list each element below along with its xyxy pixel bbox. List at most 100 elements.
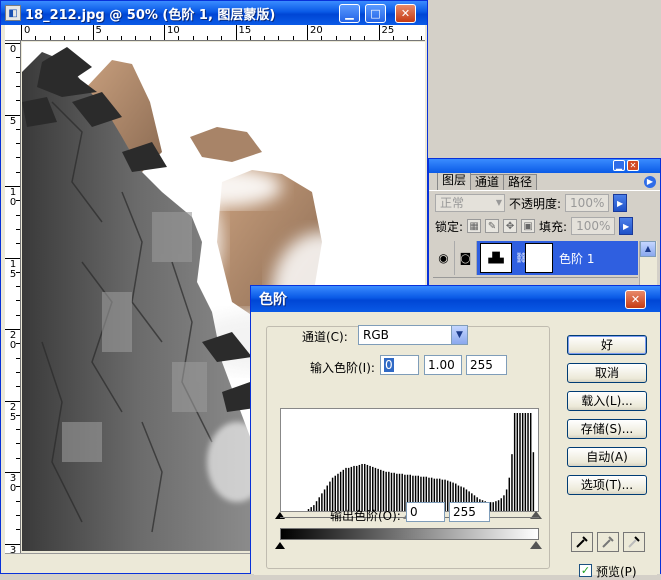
ruler-tick xyxy=(16,429,20,431)
histogram-bar xyxy=(345,467,347,511)
histogram-bar xyxy=(513,413,516,511)
ruler-tick xyxy=(407,36,409,40)
output-white-field[interactable]: 255 xyxy=(449,502,490,522)
output-gradient-bar xyxy=(280,528,539,540)
input-gamma-field[interactable]: 1.00 xyxy=(424,355,462,375)
layer-row-levels[interactable]: ◉ ◙ ▟▙ ⛓ 色阶 1 xyxy=(433,241,638,275)
tab-channels[interactable]: 通道 xyxy=(470,174,505,190)
histogram-bar xyxy=(508,477,511,511)
ruler-top-label: 0 xyxy=(24,25,31,36)
blend-mode-select[interactable]: 正常 ▼ xyxy=(435,194,505,212)
eye-icon[interactable]: ◉ xyxy=(433,241,455,275)
options-button[interactable]: 选项(T)... xyxy=(567,475,647,495)
lock-transparency-icon[interactable]: ▦ xyxy=(467,219,482,233)
levels-title-bar[interactable]: 色阶 ✕ xyxy=(251,286,660,312)
output-black-field[interactable]: 0 xyxy=(406,502,445,522)
ruler-tick xyxy=(16,171,20,173)
ruler-top[interactable]: 0 5 10 15 20 25 xyxy=(5,25,425,41)
panel-close-icon[interactable]: ✕ xyxy=(627,160,639,171)
cancel-button[interactable]: 取消 xyxy=(567,363,647,383)
ruler-left-label: 0 xyxy=(9,44,17,55)
histogram-bar xyxy=(350,466,353,511)
panel-minimize-icon[interactable]: ▁ xyxy=(613,160,625,171)
lock-all-icon[interactable]: ▣ xyxy=(521,219,536,233)
histogram-bar xyxy=(310,507,312,511)
link-chain-icon[interactable]: ⛓ xyxy=(515,253,528,264)
ruler-left-label: 2 5 xyxy=(9,401,17,423)
lock-row: 锁定: ▦ ✎ ✥ ▣ 填充: 100% ▶ xyxy=(429,215,660,237)
ruler-tick xyxy=(421,36,423,40)
tab-layers[interactable]: 图层 xyxy=(437,172,472,190)
white-eyedropper-icon[interactable] xyxy=(623,532,645,552)
preview-checkbox[interactable]: ✓ xyxy=(579,564,592,577)
histogram-bar xyxy=(398,473,401,511)
input-white-field[interactable]: 255 xyxy=(466,355,507,375)
histogram-bar xyxy=(511,454,513,511)
opacity-arrow-icon[interactable]: ▶ xyxy=(613,194,628,212)
histogram-bar xyxy=(390,472,393,511)
layers-panel-titlebar[interactable]: ▁ ✕ xyxy=(429,159,660,173)
ruler-tick xyxy=(16,128,20,130)
histogram-bar xyxy=(527,413,529,511)
fill-arrow-icon[interactable]: ▶ xyxy=(619,217,634,235)
ruler-tick xyxy=(16,314,20,316)
ruler-tick xyxy=(335,36,337,40)
histogram-bar xyxy=(495,501,497,511)
photoshop-doc-icon[interactable]: ◧ xyxy=(5,5,21,21)
ruler-top-label: 10 xyxy=(167,25,180,36)
layer-mask-thumbnail[interactable] xyxy=(525,243,553,273)
ruler-tick xyxy=(16,228,20,230)
scroll-up-icon[interactable]: ▲ xyxy=(640,241,656,257)
ruler-tick xyxy=(264,36,266,40)
black-eyedropper-icon[interactable] xyxy=(571,532,593,552)
ruler-tick xyxy=(192,36,194,40)
ruler-tick xyxy=(16,214,20,216)
lock-position-icon[interactable]: ✥ xyxy=(503,219,518,233)
lock-image-icon[interactable]: ✎ xyxy=(485,219,500,233)
fill-field[interactable]: 100% xyxy=(571,217,616,235)
levels-close-icon[interactable]: ✕ xyxy=(625,290,646,309)
ruler-tick xyxy=(392,36,394,40)
channel-select[interactable]: RGB ▼ xyxy=(358,325,468,345)
ruler-tick xyxy=(16,443,20,445)
document-title-bar[interactable]: ◧ 18_212.jpg @ 50% (色阶 1, 图层蒙版) ▁ □ ✕ xyxy=(1,1,427,25)
ruler-tick xyxy=(16,286,20,288)
ruler-tick xyxy=(249,36,251,40)
close-icon[interactable]: ✕ xyxy=(395,4,416,23)
histogram-bar xyxy=(318,497,320,511)
histogram-bar xyxy=(337,473,339,511)
ruler-tick xyxy=(16,143,20,145)
chevron-down-icon[interactable]: ▼ xyxy=(451,326,467,344)
opacity-label: 不透明度: xyxy=(509,196,562,211)
ruler-tick xyxy=(16,100,20,102)
load-button[interactable]: 载入(L)... xyxy=(567,391,647,411)
maximize-icon[interactable]: □ xyxy=(365,4,386,23)
histogram-bar xyxy=(342,469,345,511)
output-black-slider[interactable] xyxy=(275,542,285,549)
tab-paths[interactable]: 路径 xyxy=(503,174,538,190)
ruler-tick xyxy=(16,529,20,531)
adjustment-layer-icon: ◙ xyxy=(455,241,477,275)
gray-eyedropper-icon[interactable] xyxy=(597,532,619,552)
ruler-tick xyxy=(78,36,80,40)
input-black-field[interactable]: 0 xyxy=(380,355,419,375)
ruler-left[interactable]: 051 01 52 02 53 03 xyxy=(5,41,21,559)
auto-button[interactable]: 自动(A) xyxy=(567,447,647,467)
minimize-icon[interactable]: ▁ xyxy=(339,4,360,23)
ruler-top-label: 20 xyxy=(310,25,323,36)
histogram-bar xyxy=(321,493,323,511)
ruler-tick xyxy=(16,57,20,59)
histogram-bar xyxy=(313,505,315,511)
ruler-tick xyxy=(16,243,20,245)
histogram-bar xyxy=(377,468,379,511)
opacity-field[interactable]: 100% xyxy=(565,194,610,212)
histogram-bar xyxy=(396,473,398,511)
histogram-bar xyxy=(516,413,519,511)
output-white-slider[interactable] xyxy=(530,541,542,549)
save-button[interactable]: 存储(S)... xyxy=(567,419,647,439)
ok-button[interactable]: 好 xyxy=(567,335,647,355)
channel-label: 通道(C): xyxy=(302,330,348,344)
layer-name[interactable]: 色阶 1 xyxy=(559,250,594,267)
ruler-tick xyxy=(321,36,323,40)
panel-menu-icon[interactable]: ▶ xyxy=(644,176,656,188)
